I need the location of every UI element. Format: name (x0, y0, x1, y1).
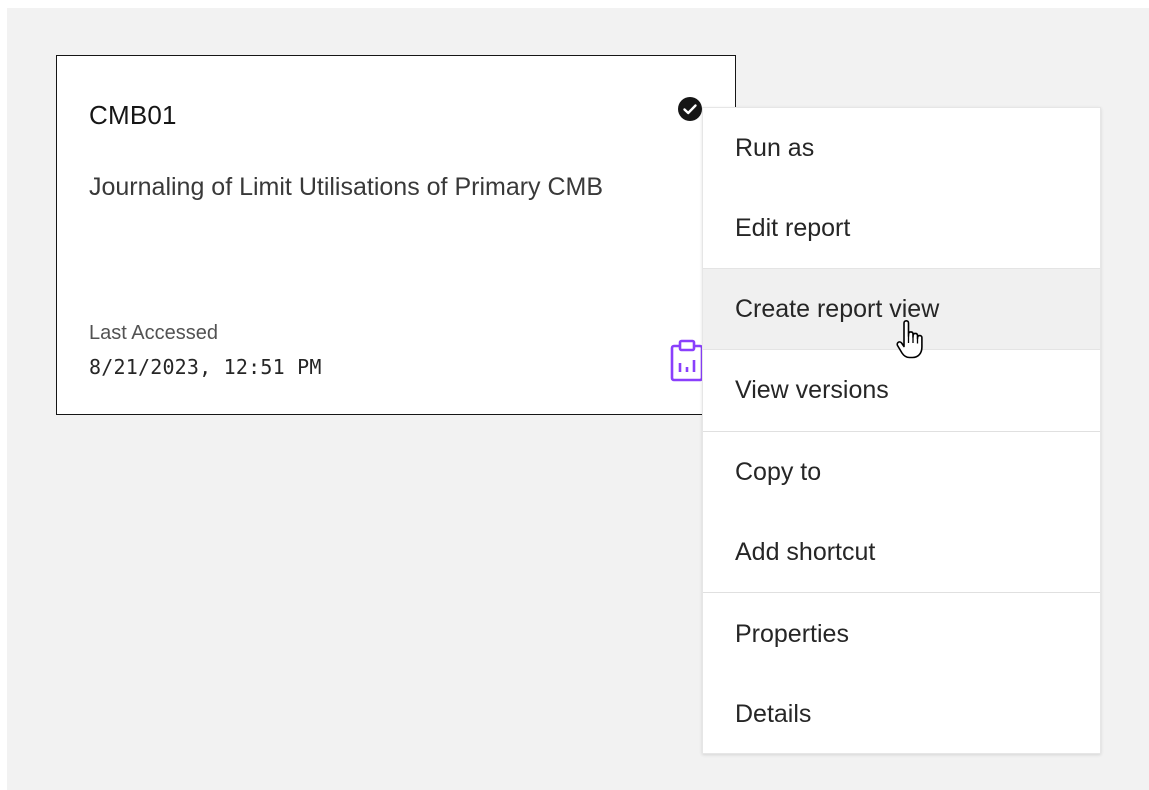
report-card[interactable]: CMB01 Journaling of Limit Utilisations o… (56, 55, 736, 415)
menu-item-label: Properties (735, 619, 849, 648)
menu-item-label: Edit report (735, 213, 851, 242)
overflow-menu: Run as Edit report Create report view Vi… (702, 107, 1101, 754)
menu-item-run-as[interactable]: Run as (703, 108, 1100, 188)
report-clipboard-icon (670, 339, 704, 382)
menu-item-view-versions[interactable]: View versions (703, 350, 1100, 430)
menu-item-label: Add shortcut (735, 537, 876, 566)
last-accessed-value: 8/21/2023, 12:51 PM (89, 355, 322, 379)
menu-item-add-shortcut[interactable]: Add shortcut (703, 512, 1100, 592)
menu-item-label: Create report view (735, 294, 940, 323)
card-title: CMB01 (89, 100, 177, 130)
menu-item-create-report-view[interactable]: Create report view (703, 268, 1100, 350)
menu-item-copy-to[interactable]: Copy to (703, 432, 1100, 512)
card-description: Journaling of Limit Utilisations of Prim… (89, 173, 604, 201)
last-accessed-label: Last Accessed (89, 322, 218, 344)
menu-divider (703, 592, 1100, 593)
menu-item-label: Details (735, 699, 812, 728)
menu-item-label: Run as (735, 133, 815, 162)
menu-item-label: View versions (735, 375, 889, 404)
menu-item-details[interactable]: Details (703, 674, 1100, 754)
checkmark-filled-icon (678, 97, 702, 121)
menu-item-label: Copy to (735, 457, 822, 486)
menu-item-properties[interactable]: Properties (703, 594, 1100, 674)
menu-item-edit-report[interactable]: Edit report (703, 188, 1100, 268)
